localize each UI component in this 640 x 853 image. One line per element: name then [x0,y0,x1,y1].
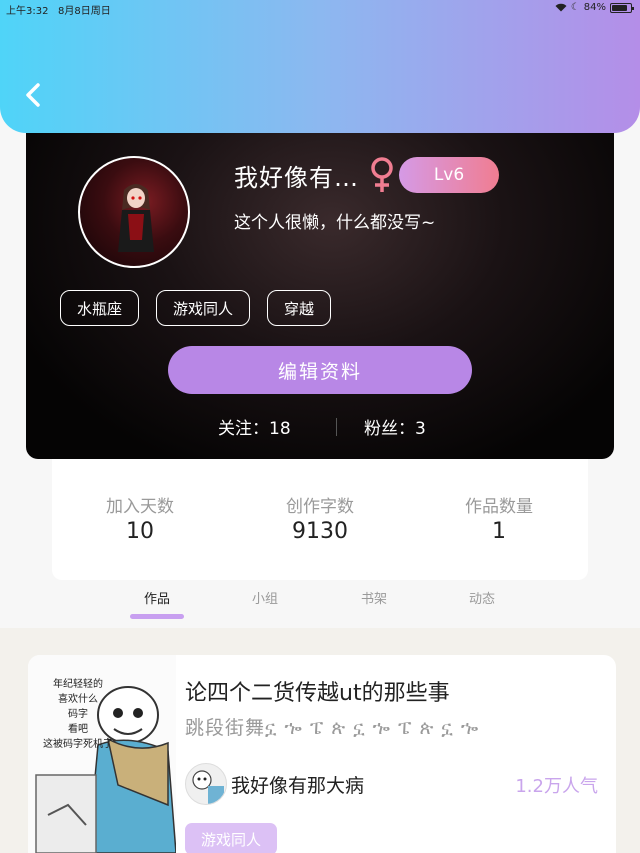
bio-text: 这个人很懒，什么都没写~ [234,213,436,233]
avatar[interactable] [78,156,190,268]
cover-caption-line: 看吧 [68,724,88,735]
cover-caption: 年纪轻轻的喜欢什么码字看吧这被码字死机了 [42,677,114,752]
moon-icon: ☾ [570,2,580,13]
status-time: 上午3:32 [6,6,49,17]
stat-value: 1 [492,519,506,544]
stat-value: 9130 [292,519,348,544]
tab-works[interactable]: 作品 [144,588,170,607]
status-bar: 上午3:32 8月8日周日 ☾ 84% [0,0,640,18]
cover-caption-line: 喜欢什么 [58,694,98,705]
stat-works-count: 作品数量 1 [419,492,579,544]
back-chevron-icon[interactable] [20,80,48,110]
tag-zodiac[interactable]: 水瓶座 [60,290,140,326]
status-icons: ☾ 84% [555,2,634,13]
header: 上午3:32 8月8日周日 ☾ 84% [0,0,640,133]
tag-game-fanfic[interactable]: 游戏同人 [156,290,251,326]
work-tag[interactable]: 游戏同人 [185,823,278,853]
popularity-count: 1.2万人气 [515,776,598,797]
cover-caption-line: 这被码字死机了 [43,739,113,750]
battery-icon [610,2,634,13]
cover-caption-line: 码字 [68,709,88,720]
profile-card: 我好像有… Lv6 这个人很懒，什么都没写~ 水瓶座 游戏同人 穿越 编辑资料 … [26,120,614,459]
stat-value: 10 [126,519,154,544]
stat-label: 作品数量 [465,497,533,517]
stat-label: 创作字数 [286,497,354,517]
work-card[interactable]: 年纪轻轻的喜欢什么码字看吧这被码字死机了 论四个二货传越ut的那些事 跳段街舞ኗ… [28,655,616,853]
wifi-icon [555,3,567,12]
active-tab-indicator [130,614,184,619]
follow-stats: 关注：18 粉丝：3 [26,414,614,440]
edit-profile-button[interactable]: 编辑资料 [168,346,472,394]
stat-label: 加入天数 [106,497,174,517]
tab-activity[interactable]: 动态 [469,588,495,607]
stat-word-count: 创作字数 9130 [240,492,400,544]
stat-join-days: 加入天数 10 [60,492,220,544]
cover-caption-line: 年纪轻轻的 [53,679,103,690]
status-date: 8月8日周日 [58,6,111,17]
divider [336,418,337,436]
author-avatar[interactable] [185,763,227,805]
battery-percent: 84% [583,2,606,13]
work-subtitle: 跳段街舞ኗ ኈ ፔ ጵ ኗ ኈ ፔ ጵ ኗ ኈ [185,717,480,739]
tab-bookshelf[interactable]: 书架 [361,588,387,607]
female-symbol-icon [368,156,396,194]
work-title[interactable]: 论四个二货传越ut的那些事 [185,675,450,707]
profile-tags: 水瓶座 游戏同人 穿越 [60,290,332,326]
tag-time-travel[interactable]: 穿越 [267,290,332,326]
followers-count[interactable]: 粉丝：3 [364,414,426,439]
level-badge: Lv6 [399,157,499,193]
author-name[interactable]: 我好像有那大病 [231,771,364,798]
battery-fill [612,4,628,11]
avatar-character-image [118,184,154,252]
work-cover-image[interactable]: 年纪轻轻的喜欢什么码字看吧这被码字死机了 [28,655,176,853]
tab-groups[interactable]: 小组 [252,588,278,607]
following-count[interactable]: 关注：18 [218,414,291,439]
nickname: 我好像有… [234,164,359,192]
stats-card: 加入天数 10 创作字数 9130 作品数量 1 [52,440,588,580]
content-tabs: 作品 小组 书架 动态 [0,586,640,622]
